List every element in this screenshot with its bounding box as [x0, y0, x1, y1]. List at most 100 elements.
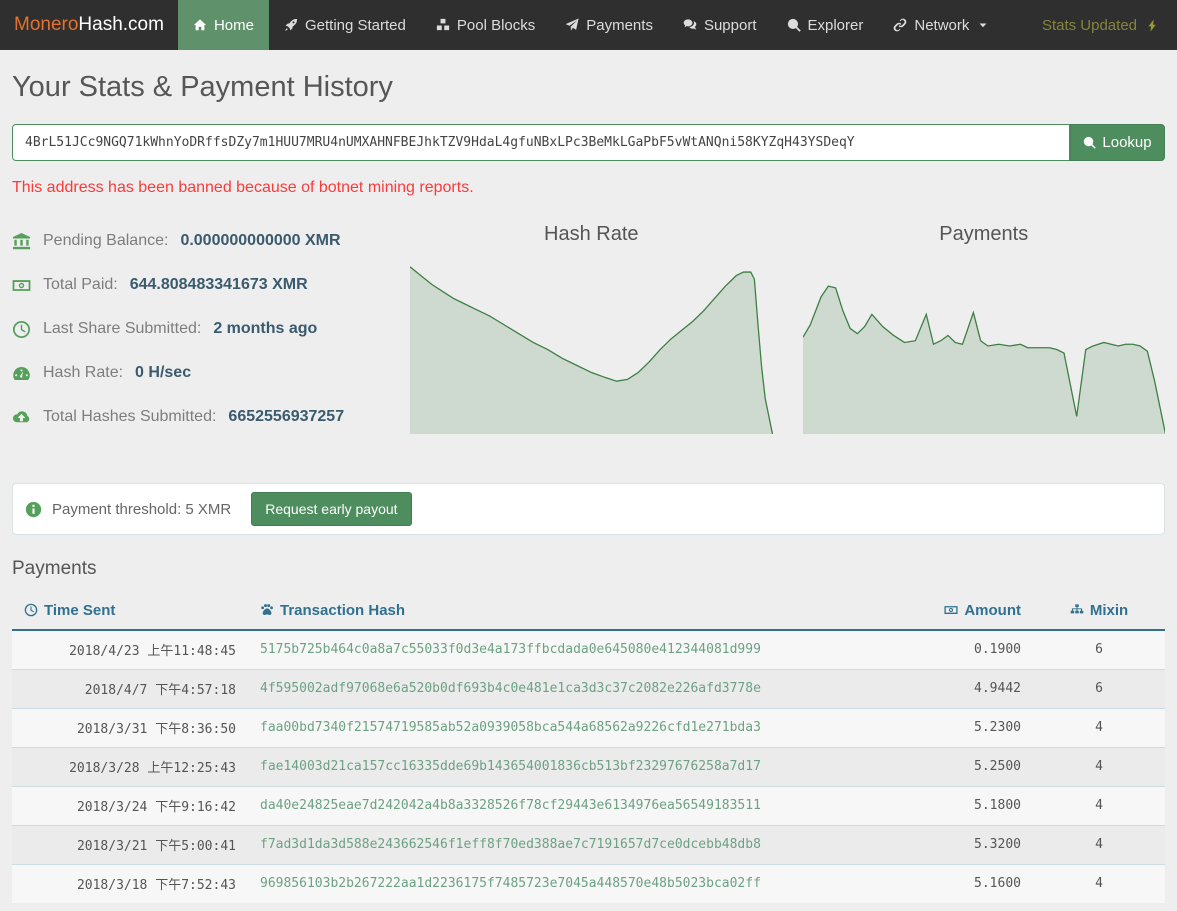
- payment-row: 2018/4/7 下午4:57:18 4f595002adf97068e6a52…: [12, 669, 1165, 708]
- bolt-icon: [1146, 18, 1159, 33]
- payments-chart: [803, 258, 1166, 434]
- amount-cell: 5.3200: [893, 825, 1033, 864]
- stat-value: 2 months ago: [213, 320, 317, 338]
- time-sent-cell: 2018/3/21 下午5:00:41: [12, 825, 248, 864]
- transaction-hash-link[interactable]: da40e24825eae7d242042a4b8a3328526f78cf29…: [248, 786, 893, 825]
- stat-label: Hash Rate:: [43, 364, 123, 382]
- nav-label: Support: [704, 17, 757, 34]
- banned-message: This address has been banned because of …: [12, 179, 1165, 197]
- transaction-hash-link[interactable]: fae14003d21ca157cc16335dde69b14365400183…: [248, 747, 893, 786]
- stats-section: Pending Balance: 0.000000000000 XMR Tota…: [12, 219, 1165, 439]
- stat-label: Total Hashes Submitted:: [43, 408, 216, 426]
- payment-row: 2018/3/28 上午12:25:43 fae14003d21ca157cc1…: [12, 747, 1165, 786]
- nav-item-getting-started[interactable]: Getting Started: [269, 0, 421, 50]
- col-header-transaction-hash[interactable]: Transaction Hash: [248, 593, 893, 630]
- mixin-cell: 4: [1033, 747, 1165, 786]
- col-header-amount[interactable]: Amount: [893, 593, 1033, 630]
- nav-item-pool-blocks[interactable]: Pool Blocks: [421, 0, 550, 50]
- navbar: MoneroHash.com Home Getting Started Pool…: [0, 0, 1177, 50]
- amount-cell: 0.1900: [893, 630, 1033, 669]
- stat-label: Total Paid:: [43, 276, 118, 294]
- transaction-hash-link[interactable]: f7ad3d1da3d588e243662546f1eff8f70ed388ae…: [248, 825, 893, 864]
- stat-hash-rate: Hash Rate: 0 H/sec: [12, 351, 410, 395]
- mixin-cell: 4: [1033, 825, 1165, 864]
- lookup-button-label: Lookup: [1102, 134, 1151, 151]
- payment-threshold-text: Payment threshold: 5 XMR: [52, 501, 231, 518]
- cloud-upload-icon: [12, 408, 31, 427]
- hash-rate-chart-panel: Hash Rate: [410, 219, 773, 439]
- amount-cell: 5.1800: [893, 786, 1033, 825]
- nav-label: Network: [914, 17, 969, 34]
- stat-last-share: Last Share Submitted: 2 months ago: [12, 307, 410, 351]
- nav-item-explorer[interactable]: Explorer: [772, 0, 879, 50]
- payment-row: 2018/4/23 上午11:48:45 5175b725b464c0a8a7c…: [12, 630, 1165, 669]
- clock-icon: [12, 320, 31, 339]
- sitemap-icon: [1070, 603, 1084, 617]
- time-sent-cell: 2018/3/18 下午7:52:43: [12, 864, 248, 903]
- payment-row: 2018/3/24 下午9:16:42 da40e24825eae7d24204…: [12, 786, 1165, 825]
- hash-rate-chart: [410, 258, 773, 434]
- amount-cell: 4.9442: [893, 669, 1033, 708]
- nav-item-network[interactable]: Network: [878, 0, 1003, 50]
- search-icon: [1083, 136, 1096, 149]
- col-header-time-sent[interactable]: Time Sent: [12, 593, 248, 630]
- chart-title: Hash Rate: [410, 223, 773, 246]
- charts-area: Hash Rate Payments: [410, 219, 1165, 439]
- stat-pending-balance: Pending Balance: 0.000000000000 XMR: [12, 219, 410, 263]
- chart-title: Payments: [803, 223, 1166, 246]
- cubes-icon: [436, 18, 450, 32]
- nav-label: Payments: [586, 17, 653, 34]
- stat-value: 6652556937257: [228, 408, 344, 426]
- paw-icon: [260, 603, 274, 617]
- stats-updated-label: Stats Updated: [1042, 17, 1137, 34]
- transaction-hash-link[interactable]: 969856103b2b267222aa1d2236175f7485723e70…: [248, 864, 893, 903]
- payments-chart-panel: Payments: [803, 219, 1166, 439]
- mixin-cell: 6: [1033, 630, 1165, 669]
- time-sent-cell: 2018/3/24 下午9:16:42: [12, 786, 248, 825]
- col-header-mixin[interactable]: Mixin: [1033, 593, 1165, 630]
- dashboard-icon: [12, 364, 31, 383]
- time-sent-cell: 2018/3/31 下午8:36:50: [12, 708, 248, 747]
- table-header-row: Time Sent Transaction Hash Amount Mixin: [12, 593, 1165, 630]
- mixin-cell: 4: [1033, 708, 1165, 747]
- nav-item-home[interactable]: Home: [178, 0, 269, 50]
- stat-label: Last Share Submitted:: [43, 320, 201, 338]
- page-title: Your Stats & Payment History: [12, 71, 1165, 104]
- brand-part1: Monero: [14, 14, 78, 36]
- chevron-down-icon: [976, 20, 988, 30]
- payment-row: 2018/3/18 下午7:52:43 969856103b2b267222aa…: [12, 864, 1165, 903]
- nav-menu: Home Getting Started Pool Blocks Payment…: [178, 0, 1003, 50]
- address-lookup: Lookup: [12, 124, 1165, 161]
- nav-item-support[interactable]: Support: [668, 0, 772, 50]
- stat-total-paid: Total Paid: 644.808483341673 XMR: [12, 263, 410, 307]
- info-icon: [25, 501, 42, 518]
- home-icon: [193, 18, 207, 32]
- request-early-payout-button[interactable]: Request early payout: [251, 492, 411, 526]
- mixin-cell: 4: [1033, 864, 1165, 903]
- nav-item-payments[interactable]: Payments: [550, 0, 668, 50]
- amount-cell: 5.2500: [893, 747, 1033, 786]
- main-content: Your Stats & Payment History Lookup This…: [0, 71, 1177, 903]
- amount-cell: 5.2300: [893, 708, 1033, 747]
- amount-cell: 5.1600: [893, 864, 1033, 903]
- time-sent-cell: 2018/4/23 上午11:48:45: [12, 630, 248, 669]
- address-input[interactable]: [12, 124, 1070, 161]
- time-sent-cell: 2018/3/28 上午12:25:43: [12, 747, 248, 786]
- brand-logo[interactable]: MoneroHash.com: [0, 0, 178, 50]
- transaction-hash-link[interactable]: 5175b725b464c0a8a7c55033f0d3e4a173ffbcda…: [248, 630, 893, 669]
- bank-icon: [12, 232, 31, 251]
- stat-total-hashes: Total Hashes Submitted: 6652556937257: [12, 395, 410, 439]
- clock-icon: [24, 603, 38, 617]
- paper-plane-icon: [565, 18, 579, 32]
- stat-value: 0 H/sec: [135, 364, 191, 382]
- transaction-hash-link[interactable]: 4f595002adf97068e6a520b0df693b4c0e481e1c…: [248, 669, 893, 708]
- search-icon: [787, 18, 801, 32]
- lookup-button[interactable]: Lookup: [1070, 124, 1165, 161]
- comments-icon: [683, 18, 697, 32]
- transaction-hash-link[interactable]: faa00bd7340f21574719585ab52a0939058bca54…: [248, 708, 893, 747]
- time-sent-cell: 2018/4/7 下午4:57:18: [12, 669, 248, 708]
- payments-heading: Payments: [12, 558, 1165, 580]
- money-icon: [944, 603, 958, 617]
- payment-row: 2018/3/31 下午8:36:50 faa00bd7340f21574719…: [12, 708, 1165, 747]
- money-icon: [12, 276, 31, 295]
